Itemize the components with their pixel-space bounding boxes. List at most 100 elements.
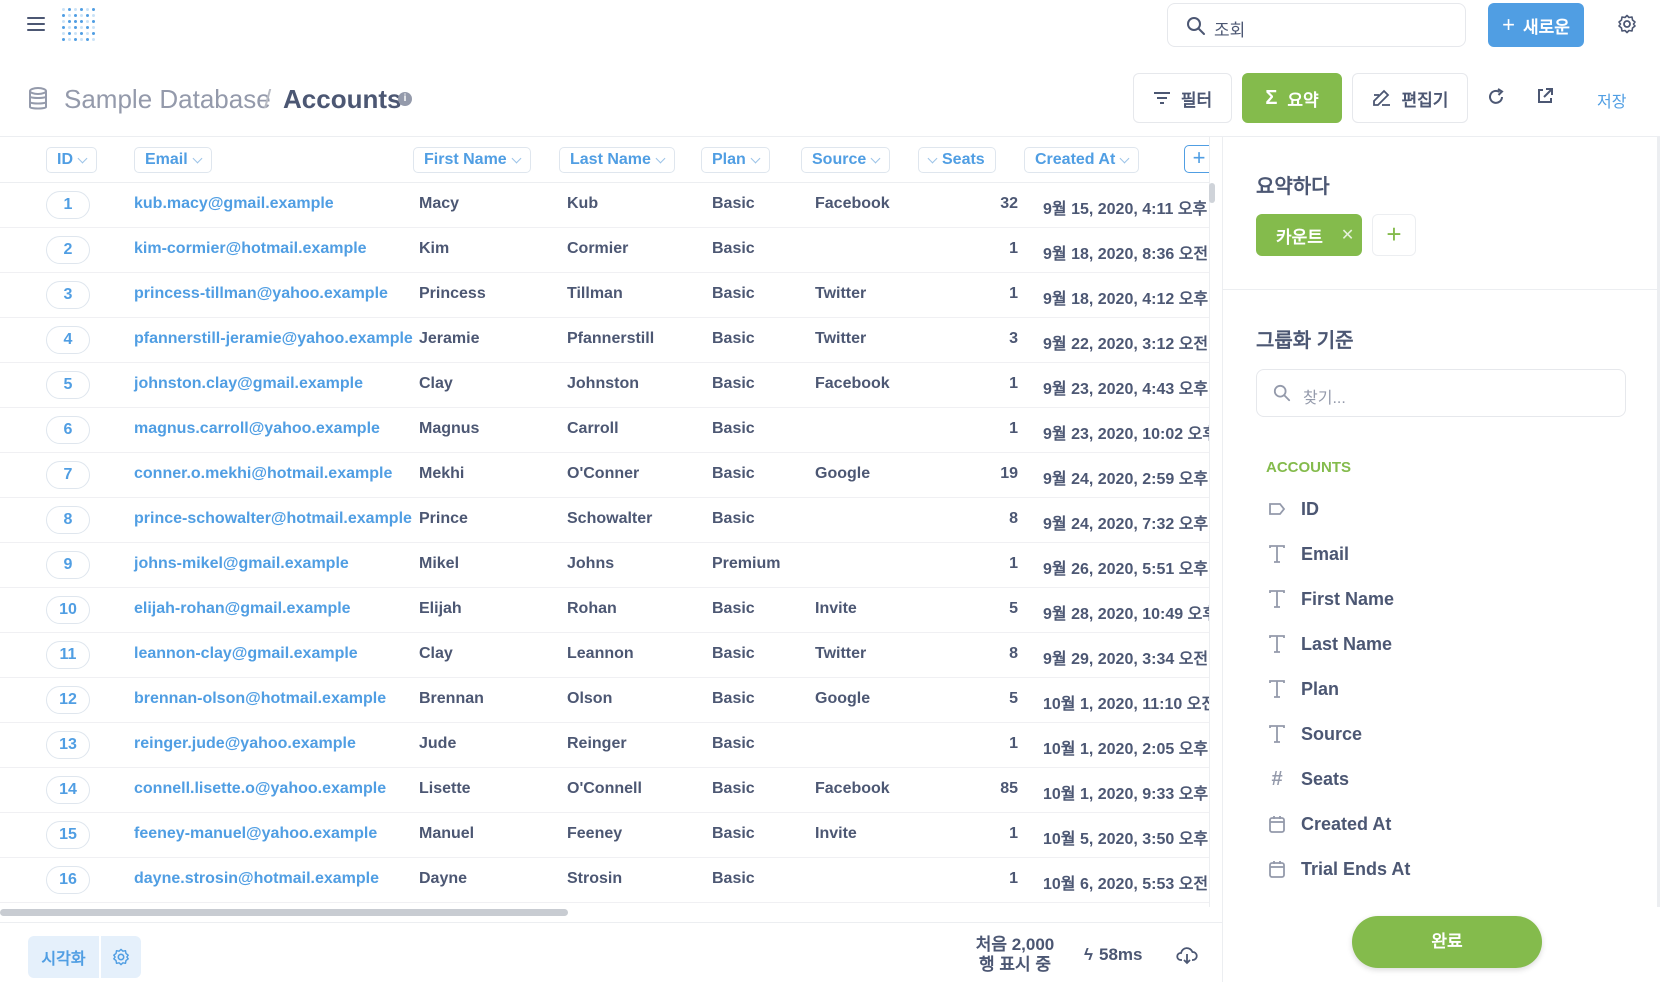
cell-last-name: Rohan <box>567 600 617 617</box>
info-icon[interactable]: i <box>398 92 412 106</box>
cell-email[interactable]: feeney-manuel@yahoo.example <box>134 825 377 843</box>
add-metric-button[interactable]: + <box>1372 214 1416 256</box>
cell-last-name: Schowalter <box>567 510 653 527</box>
cell-id[interactable]: 14 <box>46 776 90 804</box>
visualize-button[interactable]: 시각화 <box>28 936 99 978</box>
cell-email[interactable]: princess-tillman@yahoo.example <box>134 285 388 303</box>
cell-email[interactable]: dayne.strosin@hotmail.example <box>134 870 379 888</box>
cell-plan: Premium <box>712 555 781 572</box>
row-count-line1: 처음 2,000 <box>975 935 1055 954</box>
cell-email[interactable]: pfannerstill-jeramie@yahoo.example <box>134 330 413 348</box>
metabase-logo-icon[interactable] <box>62 8 98 44</box>
gear-icon[interactable] <box>1617 14 1637 34</box>
cell-id[interactable]: 10 <box>46 596 90 624</box>
cell-id[interactable]: 6 <box>46 416 90 444</box>
cell-id[interactable]: 4 <box>46 326 90 354</box>
cell-email[interactable]: magnus.carroll@yahoo.example <box>134 420 380 438</box>
cell-id[interactable]: 7 <box>46 461 90 489</box>
column-label: First Name <box>424 151 507 168</box>
group-by-field[interactable]: First Name <box>1267 584 1394 614</box>
notebook-editor-button[interactable]: 편집기 <box>1352 73 1468 123</box>
table-header: ID Email First Name Last Name Plan Sourc… <box>0 137 1210 183</box>
cell-id[interactable]: 11 <box>46 641 90 669</box>
cell-seats: 1 <box>1009 870 1018 887</box>
cell-created-at: 9월 29, 2020, 3:34 오전 <box>1043 651 1209 668</box>
download-icon[interactable] <box>1176 945 1198 965</box>
column-header-id[interactable]: ID <box>46 147 97 173</box>
cell-email[interactable]: kim-cormier@hotmail.example <box>134 240 367 258</box>
cell-email[interactable]: kub.macy@gmail.example <box>134 195 334 213</box>
cell-email[interactable]: elijah-rohan@gmail.example <box>134 600 351 618</box>
group-by-field[interactable]: Trial Ends At <box>1267 854 1410 884</box>
breadcrumb-table[interactable]: Accounts <box>283 84 401 115</box>
cell-email[interactable]: johns-mikel@gmail.example <box>134 555 349 573</box>
cell-plan: Basic <box>712 600 755 617</box>
menu-icon[interactable] <box>27 17 45 31</box>
cell-plan: Basic <box>712 420 755 437</box>
cell-first-name: Clay <box>419 375 453 392</box>
done-button[interactable]: 완료 <box>1352 916 1542 968</box>
cell-id[interactable]: 1 <box>46 191 90 219</box>
summarize-button[interactable]: Σ 요약 <box>1242 73 1342 123</box>
table-row: 12 brennan-olson@hotmail.example Brennan Ol… <box>0 678 1210 723</box>
group-by-field[interactable]: # Seats <box>1267 764 1349 794</box>
cell-last-name: Reinger <box>567 735 627 752</box>
column-header-first-name[interactable]: First Name <box>413 147 531 173</box>
cell-id[interactable]: 5 <box>46 371 90 399</box>
cell-plan: Basic <box>712 780 755 797</box>
group-by-field[interactable]: Plan <box>1267 674 1339 704</box>
external-link-icon[interactable] <box>1536 87 1554 105</box>
new-button[interactable]: + 새로운 <box>1488 3 1584 47</box>
cell-id[interactable]: 8 <box>46 506 90 534</box>
add-column-button[interactable]: + <box>1184 145 1210 173</box>
cell-email[interactable]: leannon-clay@gmail.example <box>134 645 358 663</box>
breadcrumb-database[interactable]: Sample Database <box>64 84 271 115</box>
field-label: Source <box>1301 723 1363 744</box>
cell-email[interactable]: johnston.clay@gmail.example <box>134 375 363 393</box>
cell-id[interactable]: 12 <box>46 686 90 714</box>
group-by-field[interactable]: Source <box>1267 719 1362 749</box>
cell-id[interactable]: 2 <box>46 236 90 264</box>
cell-email[interactable]: brennan-olson@hotmail.example <box>134 690 386 708</box>
cell-id[interactable]: 15 <box>46 821 90 849</box>
cell-id[interactable]: 9 <box>46 551 90 579</box>
column-header-source[interactable]: Source <box>801 147 891 173</box>
cell-created-at: 10월 1, 2020, 2:05 오후 <box>1043 741 1209 758</box>
filter-button[interactable]: 필터 <box>1133 73 1232 123</box>
column-header-seats[interactable]: Seats <box>918 147 996 173</box>
cell-id[interactable]: 16 <box>46 866 90 894</box>
horizontal-scrollbar[interactable] <box>0 909 568 916</box>
group-by-field[interactable]: Created At <box>1267 809 1391 839</box>
cell-seats: 8 <box>1009 510 1018 527</box>
refresh-icon[interactable] <box>1486 87 1506 107</box>
column-label: Seats <box>942 151 985 168</box>
cell-seats: 5 <box>1009 690 1018 707</box>
column-label: ID <box>57 151 73 168</box>
global-search-input[interactable]: 조회 <box>1167 3 1466 47</box>
metric-count-pill[interactable]: 카운트 ✕ <box>1256 214 1362 256</box>
cell-email[interactable]: conner.o.mekhi@hotmail.example <box>134 465 392 483</box>
cell-email[interactable]: connell.lisette.o@yahoo.example <box>134 780 386 798</box>
cell-source: Twitter <box>815 330 867 347</box>
cell-id[interactable]: 13 <box>46 731 90 759</box>
group-by-field[interactable]: ID <box>1267 494 1319 524</box>
cell-id[interactable]: 3 <box>46 281 90 309</box>
vertical-scrollbar[interactable] <box>1209 183 1215 203</box>
cell-email[interactable]: prince-schowalter@hotmail.example <box>134 510 412 528</box>
close-icon[interactable]: ✕ <box>1341 225 1354 245</box>
group-by-search-input[interactable]: 찾기... <box>1256 369 1626 417</box>
column-header-last-name[interactable]: Last Name <box>559 147 675 173</box>
column-header-created-at[interactable]: Created At <box>1024 147 1140 173</box>
cell-source: Twitter <box>815 285 867 302</box>
column-header-email[interactable]: Email <box>134 147 212 173</box>
table-row: 9 johns-mikel@gmail.example Mikel Johns Prem… <box>0 543 1210 588</box>
viz-settings-button[interactable] <box>101 936 141 978</box>
cell-email[interactable]: reinger.jude@yahoo.example <box>134 735 356 753</box>
column-header-plan[interactable]: Plan <box>701 147 770 173</box>
field-label: ID <box>1301 498 1319 519</box>
save-link[interactable]: 저장 <box>1597 88 1626 112</box>
cell-source: Facebook <box>815 780 890 797</box>
filter-icon <box>1153 92 1170 104</box>
group-by-field[interactable]: Last Name <box>1267 629 1392 659</box>
group-by-field[interactable]: Email <box>1267 539 1349 569</box>
